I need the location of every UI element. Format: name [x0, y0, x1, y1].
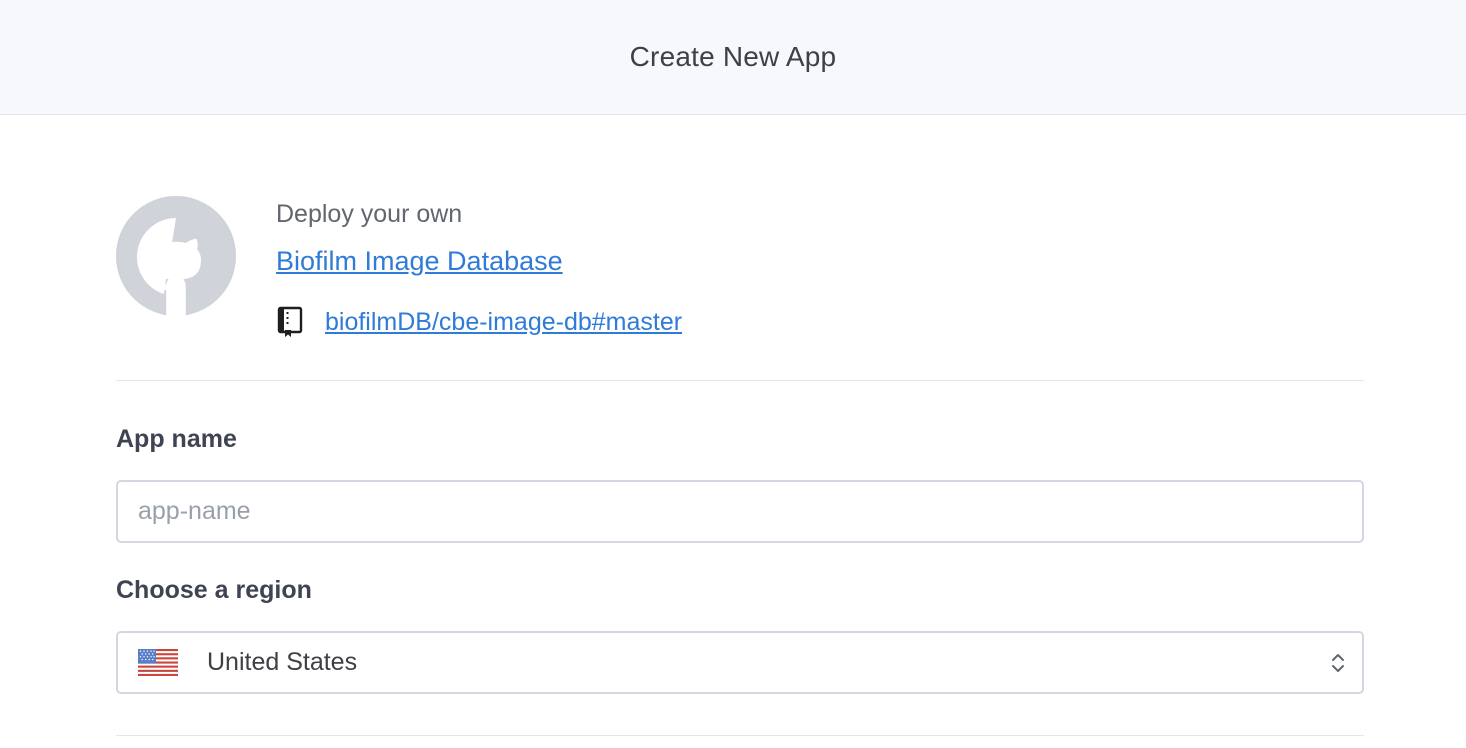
repo-link[interactable]: biofilmDB/cbe-image-db#master — [325, 308, 682, 337]
app-name-label: App name — [116, 425, 237, 453]
repo-book-icon — [276, 306, 304, 338]
region-selected-value: United States — [207, 648, 358, 676]
region-label: Choose a region — [116, 576, 312, 604]
github-icon — [116, 196, 236, 316]
section-divider — [116, 380, 1364, 381]
page-header: Create New App — [0, 0, 1466, 115]
bottom-divider — [116, 735, 1364, 736]
us-flag-icon — [138, 649, 178, 676]
app-name-input[interactable] — [116, 480, 1364, 543]
github-avatar — [116, 196, 236, 316]
page-title: Create New App — [629, 41, 837, 72]
chevron-up-down-icon — [1330, 651, 1346, 675]
repo-row: biofilmDB/cbe-image-db#master — [276, 306, 682, 338]
app-link[interactable]: Biofilm Image Database — [276, 246, 563, 277]
deploy-label: Deploy your own — [276, 200, 463, 228]
region-select[interactable]: United States — [116, 631, 1364, 694]
